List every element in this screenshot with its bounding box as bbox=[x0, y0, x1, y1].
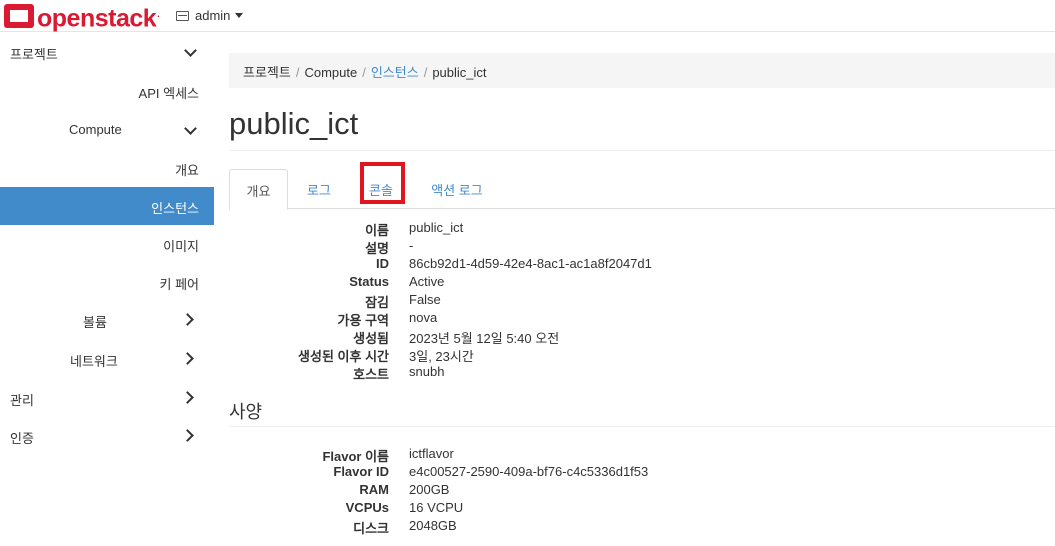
detail-value: False bbox=[409, 292, 441, 307]
openstack-logo[interactable]: openstack. bbox=[4, 3, 160, 33]
sidebar-item-label: API 엑세스 bbox=[138, 86, 199, 101]
detail-value: 200GB bbox=[409, 482, 450, 497]
breadcrumb-separator: / bbox=[423, 65, 428, 80]
detail-value: 16 VCPU bbox=[409, 500, 464, 515]
sidebar-item-label: Compute bbox=[69, 122, 122, 137]
tab-action-log[interactable]: 액션 로그 bbox=[419, 169, 495, 209]
chevron-right-icon bbox=[181, 429, 194, 442]
detail-label: Status bbox=[349, 274, 389, 289]
detail-row-availability-zone: 가용 구역 nova bbox=[0, 310, 1055, 328]
detail-value: 2048GB bbox=[409, 518, 457, 533]
server-icon bbox=[176, 10, 189, 21]
breadcrumb-separator: / bbox=[362, 65, 366, 80]
detail-row-description: 설명 - bbox=[0, 238, 1055, 256]
detail-label: 가용 구역 bbox=[337, 313, 389, 328]
detail-label: 이름 bbox=[365, 223, 389, 238]
breadcrumb-compute: Compute bbox=[304, 65, 358, 80]
project-switcher[interactable]: admin bbox=[176, 8, 244, 23]
detail-label: 디스크 bbox=[353, 521, 389, 536]
sidebar-item-label: 관리 bbox=[10, 393, 34, 408]
sidebar-item-admin[interactable]: 관리 bbox=[0, 379, 214, 417]
sidebar-item-project[interactable]: 프로젝트 bbox=[0, 33, 214, 71]
detail-label: RAM bbox=[359, 482, 389, 497]
sidebar-item-label: 개요 bbox=[175, 163, 199, 178]
openstack-logo-icon bbox=[4, 4, 34, 28]
sidebar-item-label: 인증 bbox=[10, 431, 34, 446]
detail-row-id: ID 86cb92d1-4d59-42e4-8ac1-ac1a8f2047d1 bbox=[0, 256, 1055, 274]
detail-value: - bbox=[409, 238, 414, 253]
breadcrumb-separator: / bbox=[295, 65, 300, 80]
spec-row-disk: 디스크 2048GB bbox=[0, 518, 1055, 536]
detail-label: Flavor ID bbox=[333, 464, 389, 479]
title-divider bbox=[229, 150, 1055, 151]
detail-label: Flavor 이름 bbox=[322, 449, 389, 464]
detail-row-locked: 잠김 False bbox=[0, 292, 1055, 310]
detail-label: 잠김 bbox=[365, 295, 389, 310]
caret-down-icon bbox=[235, 13, 244, 18]
project-name: admin bbox=[195, 8, 231, 23]
brand-mark: . bbox=[157, 8, 160, 19]
detail-value: public_ict bbox=[409, 220, 464, 235]
sidebar-item-compute[interactable]: Compute bbox=[0, 111, 214, 149]
detail-row-status: Status Active bbox=[0, 274, 1055, 292]
spec-section-title: 사양 bbox=[229, 402, 263, 422]
detail-value: e4c00527-2590-409a-bf76-c4c5336d1f53 bbox=[409, 464, 649, 479]
spec-row-vcpus: VCPUs 16 VCPU bbox=[0, 500, 1055, 518]
detail-row-name: 이름 public_ict bbox=[0, 220, 1055, 238]
detail-label: ID bbox=[376, 256, 389, 271]
brand-name: openstack bbox=[37, 4, 157, 33]
detail-value: ictflavor bbox=[409, 446, 454, 461]
detail-value: snubh bbox=[409, 364, 445, 379]
detail-row-created: 생성됨 2023년 5월 12일 5:40 오전 bbox=[0, 328, 1055, 346]
detail-label: 생성됨 bbox=[353, 331, 389, 346]
spec-row-ram: RAM 200GB bbox=[0, 482, 1055, 500]
sidebar-item-api-access[interactable]: API 엑세스 bbox=[0, 72, 214, 110]
breadcrumb-current: public_ict bbox=[432, 65, 487, 80]
chevron-right-icon bbox=[181, 391, 194, 404]
spec-divider bbox=[229, 426, 1055, 427]
detail-label: 설명 bbox=[365, 241, 389, 256]
tab-log[interactable]: 로그 bbox=[299, 169, 339, 209]
console-tab-highlight bbox=[360, 162, 405, 204]
chevron-down-icon bbox=[184, 122, 197, 135]
sidebar-item-overview[interactable]: 개요 bbox=[0, 149, 214, 187]
sidebar-item-label: 인스턴스 bbox=[151, 201, 199, 216]
breadcrumb-project: 프로젝트 bbox=[243, 65, 291, 80]
detail-label: VCPUs bbox=[345, 500, 389, 515]
spec-row-flavor-name: Flavor 이름 ictflavor bbox=[0, 446, 1055, 464]
tab-overview[interactable]: 개요 bbox=[229, 169, 288, 210]
detail-label: 생성된 이후 시간 bbox=[298, 349, 389, 364]
sidebar-item-label: 프로젝트 bbox=[10, 47, 58, 62]
breadcrumb: 프로젝트 / Compute / 인스턴스 / public_ict bbox=[229, 53, 1055, 88]
breadcrumb-instances-link[interactable]: 인스턴스 bbox=[371, 65, 419, 80]
detail-value: 3일, 23시간 bbox=[409, 349, 474, 364]
detail-value: nova bbox=[409, 310, 438, 325]
instance-tabs: 개요 로그 콘솔 액션 로그 bbox=[229, 169, 1055, 210]
top-navbar: openstack. admin bbox=[0, 0, 1055, 32]
detail-value: Active bbox=[409, 274, 445, 289]
detail-value: 2023년 5월 12일 5:40 오전 bbox=[409, 331, 560, 346]
chevron-down-icon bbox=[184, 44, 197, 57]
detail-label: 호스트 bbox=[353, 367, 389, 382]
detail-row-host: 호스트 snubh bbox=[0, 364, 1055, 382]
detail-row-age: 생성된 이후 시간 3일, 23시간 bbox=[0, 346, 1055, 364]
detail-value: 86cb92d1-4d59-42e4-8ac1-ac1a8f2047d1 bbox=[409, 256, 652, 271]
spec-row-flavor-id: Flavor ID e4c00527-2590-409a-bf76-c4c533… bbox=[0, 464, 1055, 482]
page-title: public_ict bbox=[229, 106, 359, 141]
